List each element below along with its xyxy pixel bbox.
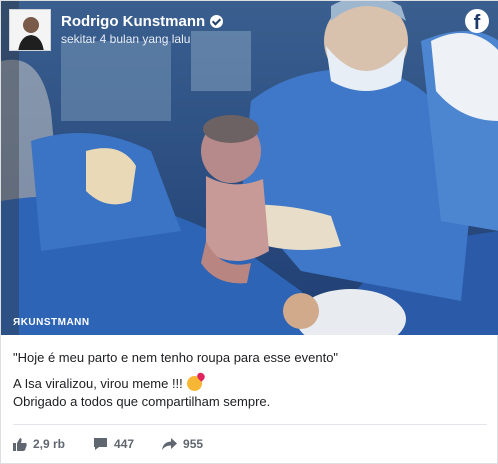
share-arrow-icon	[162, 438, 178, 450]
post-caption: "Hoje é meu parto e nem tenho roupa para…	[13, 349, 487, 411]
shares-count: 955	[183, 437, 204, 451]
thumbs-up-icon	[13, 438, 27, 451]
post-timestamp[interactable]: sekitar 4 bulan yang lalu	[61, 32, 190, 46]
smiling-face-with-hearts-icon	[187, 376, 203, 391]
engagement-stats: 2,9 rb 447 955	[13, 437, 203, 451]
photo-watermark: ЯKUNSTMANN	[13, 317, 90, 328]
caption-quote: "Hoje é meu parto e nem tenho roupa para…	[13, 350, 339, 365]
caption-thanks: Obrigado a todos que compartilham sempre…	[13, 394, 271, 409]
comments-count: 447	[114, 437, 135, 451]
likes-stat[interactable]: 2,9 rb	[13, 437, 65, 451]
caption-line: A Isa viralizou, virou meme !!!	[13, 375, 487, 393]
avatar-portrait-icon	[10, 10, 50, 50]
comments-stat[interactable]: 447	[93, 437, 134, 451]
facebook-post-card: Rodrigo Kunstmann sekitar 4 bulan yang l…	[0, 0, 498, 464]
avatar[interactable]	[9, 9, 51, 51]
speech-bubble-icon	[94, 438, 108, 450]
divider	[13, 424, 487, 425]
caption-line-text: A Isa viralizou, virou meme !!!	[13, 376, 183, 391]
author-name-text[interactable]: Rodrigo Kunstmann	[61, 13, 205, 30]
post-header: Rodrigo Kunstmann sekitar 4 bulan yang l…	[1, 1, 498, 55]
likes-count: 2,9 rb	[33, 437, 66, 451]
facebook-icon[interactable]: f	[465, 9, 489, 33]
post-photo[interactable]: Rodrigo Kunstmann sekitar 4 bulan yang l…	[1, 1, 498, 335]
author-name[interactable]: Rodrigo Kunstmann	[61, 13, 224, 30]
shares-stat[interactable]: 955	[162, 437, 203, 451]
verified-badge-icon	[210, 15, 224, 28]
